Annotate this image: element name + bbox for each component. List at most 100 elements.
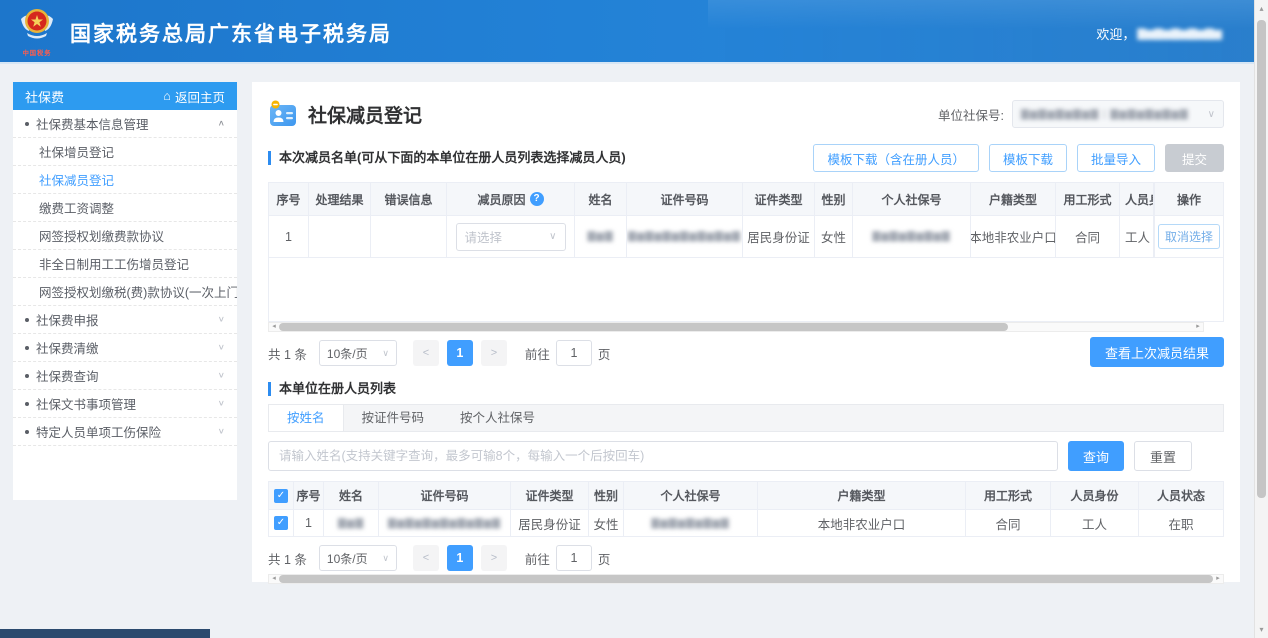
sidebar-item-add-member[interactable]: 社保增员登记: [13, 138, 237, 166]
row-checkbox[interactable]: ✓: [274, 516, 288, 530]
sidebar-item-reduce-member[interactable]: 社保减员登记: [13, 166, 237, 194]
prev-page-button[interactable]: <: [413, 545, 439, 571]
cell-hukou: 本地非农业户口: [758, 509, 966, 536]
cell-name: ▇▆▇: [324, 509, 379, 536]
sidebar-item-label: 社保减员登记: [39, 170, 114, 189]
welcome-bar: 欢迎， ▇▆▇▆▇▆▇▆▇▆: [1096, 24, 1222, 43]
col-index: 序号: [294, 482, 324, 509]
scroll-right-icon[interactable]: ▸: [1193, 323, 1203, 331]
return-home-label: 返回主页: [175, 87, 225, 106]
col-name: 姓名: [324, 482, 379, 509]
reason-select[interactable]: 请选择 ∨: [456, 223, 566, 251]
sidebar-item-salary-adjust[interactable]: 缴费工资调整: [13, 194, 237, 222]
next-page-button[interactable]: >: [481, 340, 507, 366]
submit-button[interactable]: 提交: [1165, 144, 1224, 172]
unit-ssn-select[interactable]: ▇▆▇▆▇▆▇▆▇ | ▇▆▇▆▇▆▇▆▇ ∨: [1012, 100, 1224, 128]
check-icon: ✓: [277, 517, 285, 528]
reduction-list-table: 序号 处理结果 错误信息 减员原因 ? 姓名 证件号码 证件类型 性别 个人社保…: [268, 182, 1224, 322]
page-size-select[interactable]: 10条/页 ∨: [319, 340, 397, 366]
col-status: 人员状态: [1139, 482, 1223, 509]
col-employment: 用工形式: [1056, 183, 1120, 215]
current-page-button[interactable]: 1: [447, 340, 473, 366]
sidebar-group-label: 社保文书事项管理: [36, 394, 136, 413]
sidebar-group-settle[interactable]: 社保费清缴 ∨: [13, 334, 237, 362]
scroll-up-icon[interactable]: ▴: [1255, 4, 1268, 13]
scroll-right-icon[interactable]: ▸: [1213, 575, 1223, 583]
search-button[interactable]: 查询: [1068, 441, 1124, 471]
template-download-with-members-button[interactable]: 模板下载（含在册人员）: [813, 144, 979, 172]
page-size-select[interactable]: 10条/页 ∨: [319, 545, 397, 571]
batch-import-button[interactable]: 批量导入: [1077, 144, 1155, 172]
cell-identity-clipped: 工人: [1120, 215, 1154, 257]
table-row: 1 请选择 ∨ ▇▆▇ ▇▆▇▆▇▆▇▆▇▆▇▆▇ 居民身份证 女性 ▇▆▇▆▇…: [269, 215, 1223, 257]
scrollbar-thumb[interactable]: [1257, 20, 1266, 498]
col-action: 操作: [1154, 183, 1223, 215]
cancel-select-button[interactable]: 取消选择: [1158, 224, 1220, 249]
view-last-result-button[interactable]: 查看上次减员结果: [1090, 337, 1224, 367]
col-id-type: 证件类型: [743, 183, 815, 215]
cell-personal-ssn: ▇▆▇▆▇▆▇▆▇: [624, 509, 758, 536]
sidebar-group-query[interactable]: 社保费查询 ∨: [13, 362, 237, 390]
tab-by-name[interactable]: 按姓名: [269, 405, 344, 431]
select-all-checkbox[interactable]: ✓: [274, 489, 288, 503]
tab-by-id-number[interactable]: 按证件号码: [344, 405, 443, 431]
redacted-name: ▇▆▇: [587, 231, 613, 242]
search-tabs: 按姓名 按证件号码 按个人社保号: [268, 404, 1224, 432]
footer-bar: [0, 629, 210, 638]
tab-by-personal-ssn[interactable]: 按个人社保号: [442, 405, 553, 431]
cell-error: [371, 215, 447, 257]
bullet-icon: [25, 402, 29, 406]
page-horizontal-scrollbar: ◂ ▸: [268, 574, 1224, 584]
chevron-down-icon: ∨: [549, 231, 556, 242]
unit-ssn-value: ▇▆▇▆▇▆▇▆▇ | ▇▆▇▆▇▆▇▆▇: [1021, 109, 1189, 120]
chevron-up-icon: ∧: [218, 119, 225, 128]
next-page-button[interactable]: >: [481, 545, 507, 571]
welcome-prefix: 欢迎，: [1096, 24, 1135, 43]
prev-page-button[interactable]: <: [413, 340, 439, 366]
goto-page-input[interactable]: [556, 545, 592, 571]
scroll-left-icon[interactable]: ◂: [269, 323, 279, 331]
sidebar-group-basic-info[interactable]: 社保费基本信息管理 ∧: [13, 110, 237, 138]
goto-page-input[interactable]: [556, 340, 592, 366]
sidebar-group-special-injury[interactable]: 特定人员单项工伤保险 ∨: [13, 418, 237, 446]
unit-ssn-label: 单位社保号:: [938, 105, 1004, 124]
col-id-number: 证件号码: [627, 183, 743, 215]
scroll-down-icon[interactable]: ▾: [1255, 625, 1268, 634]
sidebar-item-online-payment-agreement[interactable]: 网签授权划缴费款协议: [13, 222, 237, 250]
sidebar-group-declare[interactable]: 社保费申报 ∨: [13, 306, 237, 334]
chevron-down-icon: ∨: [218, 343, 225, 352]
scrollbar-thumb[interactable]: [279, 575, 1213, 583]
pagination-1: 共 1 条 10条/页 ∨ < 1 > 前往 页 查看上次减员结果: [268, 340, 1224, 366]
return-home-link[interactable]: ⌂ 返回主页: [163, 87, 225, 106]
chevron-down-icon: ∨: [218, 315, 225, 324]
col-id-number: 证件号码: [379, 482, 511, 509]
cell-select: ✓: [269, 509, 294, 536]
col-error: 错误信息: [371, 183, 447, 215]
main-content: 社保减员登记 单位社保号: ▇▆▇▆▇▆▇▆▇ | ▇▆▇▆▇▆▇▆▇ ∨ 本次…: [252, 82, 1240, 582]
scrollbar-thumb[interactable]: [279, 323, 1008, 331]
sidebar-group-label: 社保费基本信息管理: [36, 114, 149, 133]
section1-buttons: 模板下载（含在册人员） 模板下载 批量导入 提交: [813, 144, 1224, 172]
col-hukou: 户籍类型: [758, 482, 966, 509]
current-page-button[interactable]: 1: [447, 545, 473, 571]
cell-id-number: ▇▆▇▆▇▆▇▆▇▆▇▆▇: [627, 215, 743, 257]
col-identity: 人员身份: [1051, 482, 1139, 509]
reset-button[interactable]: 重置: [1134, 441, 1192, 471]
search-row: 查询 重置: [268, 441, 1224, 471]
table-row: ✓ 1 ▇▆▇ ▇▆▇▆▇▆▇▆▇▆▇▆▇ 居民身份证 女性 ▇▆▇▆▇▆▇▆▇…: [269, 509, 1223, 536]
search-input[interactable]: [268, 441, 1058, 471]
template-download-button[interactable]: 模板下载: [989, 144, 1067, 172]
sidebar: 社保费 ⌂ 返回主页 社保费基本信息管理 ∧ 社保增员登记 社保减员登记 缴费工…: [13, 82, 237, 500]
help-icon[interactable]: ?: [530, 192, 544, 206]
sidebar-group-documents[interactable]: 社保文书事项管理 ∨: [13, 390, 237, 418]
sidebar-item-label: 网签授权划缴税(费)款协议(一次上门): [39, 282, 237, 301]
cell-result: [309, 215, 371, 257]
chevron-down-icon: ∨: [382, 348, 389, 359]
member-reduce-icon: [268, 99, 298, 129]
sidebar-item-parttime-injury-add[interactable]: 非全日制用工工伤增员登记: [13, 250, 237, 278]
sidebar-item-online-tax-agreement-onsite[interactable]: 网签授权划缴税(费)款协议(一次上门): [13, 278, 237, 306]
sidebar-item-label: 社保增员登记: [39, 142, 114, 161]
scroll-left-icon[interactable]: ◂: [269, 575, 279, 583]
col-gender: 性别: [589, 482, 624, 509]
bullet-icon: [25, 430, 29, 434]
